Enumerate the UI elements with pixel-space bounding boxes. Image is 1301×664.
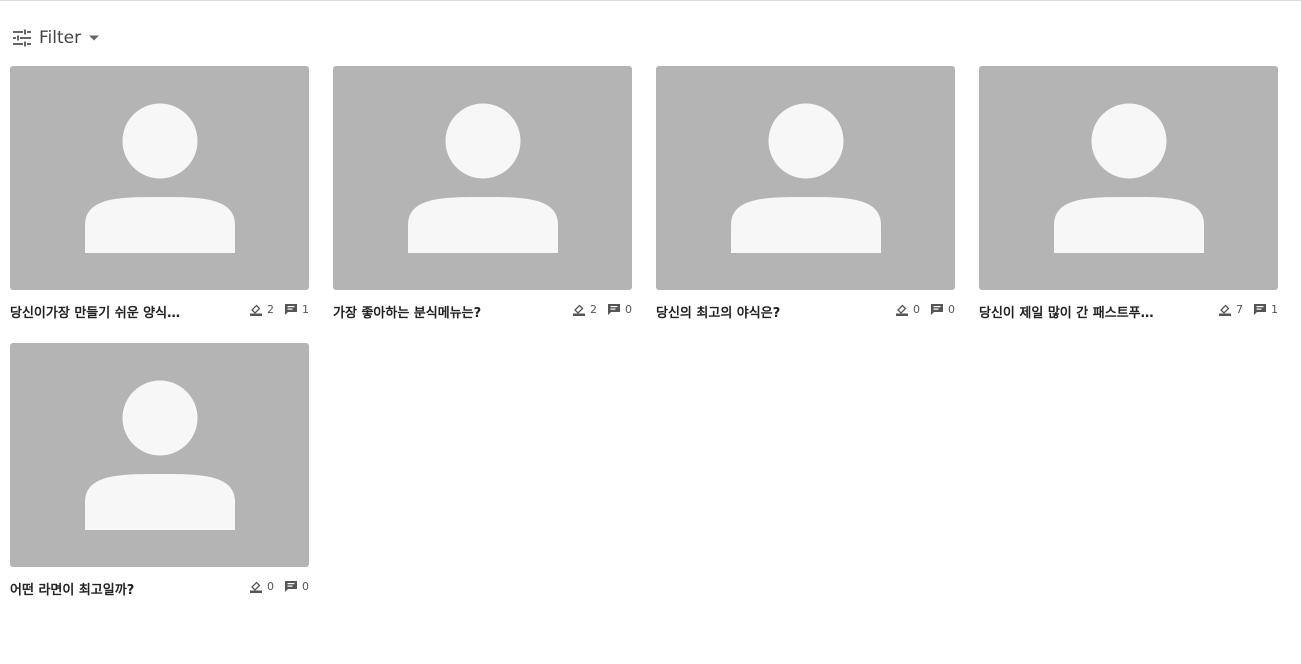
thumbnail — [656, 66, 955, 290]
card[interactable]: 어떤 라면이 최고일까? 0 0 — [10, 343, 309, 598]
card[interactable]: 당신이가장 만들기 쉬운 양식은? 2 1 — [10, 66, 309, 321]
top-divider — [0, 0, 1301, 1]
vote-icon — [895, 303, 909, 317]
avatar-placeholder-icon — [84, 380, 235, 530]
vote-icon — [572, 303, 586, 317]
comment-icon — [930, 303, 944, 316]
comment-count: 0 — [948, 303, 955, 316]
comment-icon — [1253, 303, 1267, 316]
thumbnail — [10, 66, 309, 290]
card-grid: 당신이가장 만들기 쉬운 양식은? 2 1 가장 좋아하는 분식메뉴는? 2 0… — [10, 66, 1278, 598]
comment-count: 0 — [302, 580, 309, 593]
card-title: 가장 좋아하는 분식메뉴는? — [333, 305, 482, 321]
vote-count: 0 — [267, 580, 274, 593]
vote-count: 2 — [590, 303, 597, 316]
card[interactable]: 가장 좋아하는 분식메뉴는? 2 0 — [333, 66, 632, 321]
comment-icon — [607, 303, 621, 316]
card[interactable]: 당신의 최고의 야식은? 0 0 — [656, 66, 955, 321]
thumbnail — [979, 66, 1278, 290]
comment-count: 1 — [302, 303, 309, 316]
comment-icon — [284, 580, 298, 593]
avatar-placeholder-icon — [84, 103, 235, 253]
comment-count: 0 — [625, 303, 632, 316]
vote-icon — [249, 303, 263, 317]
card-title: 당신이가장 만들기 쉬운 양식은? — [10, 305, 185, 321]
caret-down-icon — [88, 34, 100, 42]
thumbnail — [10, 343, 309, 567]
card[interactable]: 당신이 제일 많이 간 패스트푸… 7 1 — [979, 66, 1278, 321]
tune-icon — [12, 29, 32, 47]
card-title: 당신의 최고의 야식은? — [656, 305, 781, 321]
comment-count: 1 — [1271, 303, 1278, 316]
vote-count: 0 — [913, 303, 920, 316]
filter-label: Filter — [39, 28, 82, 48]
card-title: 당신이 제일 많이 간 패스트푸… — [979, 305, 1154, 321]
vote-count: 7 — [1236, 303, 1243, 316]
card-title: 어떤 라면이 최고일까? — [10, 582, 135, 598]
comment-icon — [284, 303, 298, 316]
filter-dropdown[interactable]: Filter — [12, 26, 100, 50]
vote-icon — [1218, 303, 1232, 317]
avatar-placeholder-icon — [730, 103, 881, 253]
avatar-placeholder-icon — [407, 103, 558, 253]
thumbnail — [333, 66, 632, 290]
avatar-placeholder-icon — [1053, 103, 1204, 253]
vote-count: 2 — [267, 303, 274, 316]
vote-icon — [249, 580, 263, 594]
